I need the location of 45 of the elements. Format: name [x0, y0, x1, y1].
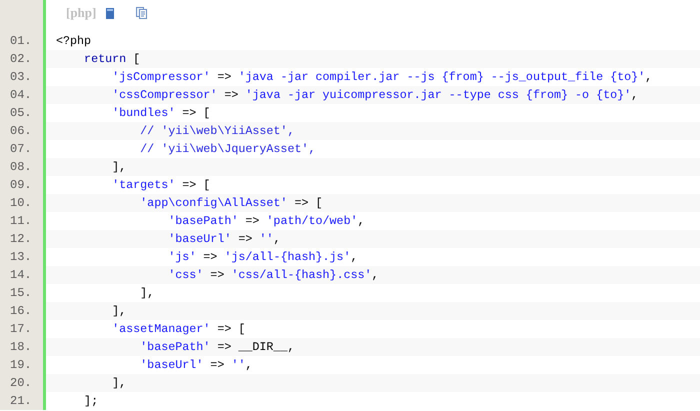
line-number: 07.: [9, 141, 33, 158]
code-line: 'bundles' => [: [111, 105, 210, 122]
line-number: 15.: [9, 285, 33, 302]
code-line: 'baseUrl' => '',: [139, 357, 252, 374]
line-number: 05.: [9, 105, 33, 122]
code-line: 'targets' => [: [111, 177, 210, 194]
code-line: 'assetManager' => [: [111, 321, 246, 338]
line-number: 12.: [9, 231, 33, 248]
line-number: 08.: [9, 159, 33, 176]
code-line: ],: [111, 303, 126, 320]
line-number: 20.: [9, 375, 33, 392]
copy-icon[interactable]: [136, 7, 148, 19]
code-line: 'css' => 'css/all-{hash}.css',: [167, 267, 379, 284]
line-number: 11.: [9, 213, 33, 230]
line-number: 04.: [9, 87, 33, 104]
line-number: 16.: [9, 303, 33, 320]
code-line: 'app\config\AllAsset' => [: [139, 195, 323, 212]
code-line: ],: [111, 375, 126, 392]
line-number: 18.: [9, 339, 33, 356]
line-number: 13.: [9, 249, 33, 266]
line-number: 01.: [9, 33, 33, 50]
line-number: 09.: [9, 177, 33, 194]
code-line: 'basePath' => __DIR__,: [139, 339, 294, 356]
line-number: 10.: [9, 195, 33, 212]
language-label: [php]: [66, 5, 96, 21]
code-line: 'cssCompressor' => 'java -jar yuicompressor.jar --type css {from} -o {to}',: [111, 87, 638, 104]
code-line: return [: [83, 51, 140, 68]
code-line: // 'yii\web\YiiAsset',: [139, 123, 294, 140]
code-line: 'js' => 'js/all-{hash}.js',: [167, 249, 358, 266]
line-number: 21.: [9, 393, 33, 410]
code-line: <?php: [55, 33, 92, 50]
line-number: 06.: [9, 123, 33, 140]
code-line: 'basePath' => 'path/to/web',: [167, 213, 365, 230]
code-line: // 'yii\web\JqueryAsset',: [139, 141, 316, 158]
line-number: 02.: [9, 51, 33, 68]
line-number: 03.: [9, 69, 33, 86]
code-line: ];: [83, 393, 98, 410]
code-line: 'baseUrl' => '',: [167, 231, 280, 248]
line-number: 19.: [9, 357, 33, 374]
view-source-icon[interactable]: [106, 8, 114, 18]
line-number: 17.: [9, 321, 33, 338]
line-number: 14.: [9, 267, 33, 284]
code-line: ],: [139, 285, 154, 302]
code-line: ],: [111, 159, 126, 176]
code-line: 'jsCompressor' => 'java -jar compiler.jar --js {from} --js_output_file {to}',: [111, 69, 652, 86]
